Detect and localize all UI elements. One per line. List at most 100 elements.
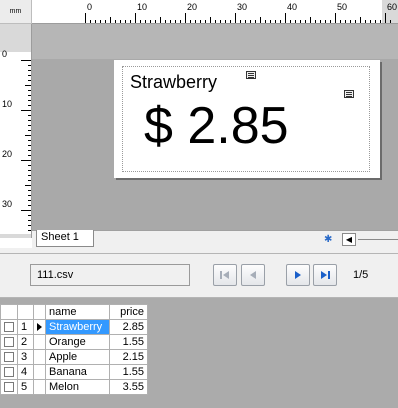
ruler-tick: [28, 205, 31, 206]
ruler-tick: [95, 20, 96, 23]
database-file-field: 111.csv: [30, 264, 190, 286]
ruler-tick: [28, 120, 31, 121]
row-indicator: [33, 349, 46, 365]
design-canvas[interactable]: Strawberry $ 2.85: [32, 24, 398, 230]
cell-price[interactable]: 1.55: [109, 364, 148, 380]
row-checkbox[interactable]: [4, 352, 14, 363]
row-number: 2: [17, 334, 34, 350]
ruler-tick: [315, 20, 316, 23]
ruler-tick: [335, 13, 336, 23]
table-row[interactable]: 3 Apple 2.15: [0, 349, 148, 365]
ruler-tick: [28, 195, 31, 196]
ruler-tick: [28, 65, 31, 66]
ruler-tick: [28, 190, 31, 191]
ruler-tick: [215, 20, 216, 23]
ruler-tick: [205, 20, 206, 23]
tab-sheet-1[interactable]: Sheet 1: [36, 230, 94, 247]
ruler-label: 10: [2, 99, 13, 109]
ruler-tick: [25, 185, 31, 186]
ruler-tick: [220, 20, 221, 23]
ruler-tick: [325, 20, 326, 23]
cell-price[interactable]: 3.55: [109, 379, 148, 395]
ruler-tick: [360, 17, 361, 23]
horizontal-scrollbar[interactable]: [358, 239, 398, 240]
row-number: 4: [17, 364, 34, 380]
table-row[interactable]: 4 Banana 1.55: [0, 364, 148, 380]
first-record-button[interactable]: [213, 264, 237, 286]
ruler-tick: [28, 130, 31, 131]
ruler-tick: [260, 17, 261, 23]
header-num-cell: [17, 304, 34, 320]
ruler-tick: [340, 20, 341, 23]
column-header-price[interactable]: price: [109, 304, 148, 320]
row-checkbox[interactable]: [4, 337, 14, 348]
database-field-icon: [344, 90, 354, 98]
ruler-label: 20: [187, 2, 198, 12]
database-panel: 111.csv 1/5 name price 1 Strawberry 2.85…: [0, 254, 398, 408]
name-text-object[interactable]: Strawberry: [130, 72, 217, 92]
ruler-tick: [28, 220, 31, 221]
ruler-tick: [345, 20, 346, 23]
column-header-name[interactable]: name: [45, 304, 110, 320]
ruler-tick: [240, 20, 241, 23]
cell-name[interactable]: Apple: [45, 349, 110, 365]
ruler-tick: [300, 20, 301, 23]
table-header-row: name price: [0, 304, 148, 320]
new-sheet-icon[interactable]: ✱: [324, 234, 336, 245]
ruler-tick: [135, 13, 136, 23]
ruler-tick: [125, 20, 126, 23]
cell-name[interactable]: Banana: [45, 364, 110, 380]
ruler-tick: [28, 200, 31, 201]
ruler-tick: [105, 20, 106, 23]
row-indicator: [33, 364, 46, 380]
table-row[interactable]: 1 Strawberry 2.85: [0, 319, 148, 335]
row-number: 3: [17, 349, 34, 365]
ruler-tick: [170, 20, 171, 23]
ruler-tick: [130, 20, 131, 23]
ruler-tick: [320, 20, 321, 23]
cell-price[interactable]: 2.85: [109, 319, 148, 335]
ruler-tick: [90, 20, 91, 23]
row-checkbox-cell: [0, 334, 18, 350]
ruler-tick: [28, 145, 31, 146]
database-field-icon: [246, 71, 256, 79]
ruler-tick: [185, 13, 186, 23]
ruler-tick: [195, 20, 196, 23]
ruler-tick: [28, 155, 31, 156]
ruler-tick: [28, 215, 31, 216]
price-text-object[interactable]: $ 2.85: [144, 98, 289, 154]
header-indicator-cell: [33, 304, 46, 320]
row-number: 1: [17, 319, 34, 335]
last-record-button[interactable]: [313, 264, 337, 286]
scroll-left-button[interactable]: ◀: [342, 233, 356, 246]
cell-price[interactable]: 2.15: [109, 349, 148, 365]
row-checkbox[interactable]: [4, 367, 14, 378]
row-checkbox[interactable]: [4, 382, 14, 393]
table-row[interactable]: 2 Orange 1.55: [0, 334, 148, 350]
ruler-tick: [28, 100, 31, 101]
ruler-tick: [295, 20, 296, 23]
ruler-tick: [28, 90, 31, 91]
database-toolbar: 111.csv 1/5: [0, 254, 398, 298]
ruler-tick: [21, 110, 31, 111]
row-checkbox-cell: [0, 319, 18, 335]
next-record-icon: [295, 271, 301, 279]
ruler-label: 30: [237, 2, 248, 12]
ruler-tick: [155, 20, 156, 23]
ruler-tick: [250, 20, 251, 23]
ruler-tick: [28, 105, 31, 106]
next-record-button[interactable]: [286, 264, 310, 286]
cell-name[interactable]: Orange: [45, 334, 110, 350]
ruler-tick: [290, 20, 291, 23]
cell-name[interactable]: Melon: [45, 379, 110, 395]
ruler-tick: [350, 20, 351, 23]
row-checkbox[interactable]: [4, 322, 14, 333]
ruler-tick: [28, 80, 31, 81]
table-row[interactable]: 5 Melon 3.55: [0, 379, 148, 395]
ruler-tick: [310, 17, 311, 23]
label-page[interactable]: Strawberry $ 2.85: [114, 60, 380, 178]
previous-record-button[interactable]: [241, 264, 265, 286]
ruler-label: 0: [87, 2, 93, 12]
cell-name[interactable]: Strawberry: [45, 319, 110, 335]
cell-price[interactable]: 1.55: [109, 334, 148, 350]
